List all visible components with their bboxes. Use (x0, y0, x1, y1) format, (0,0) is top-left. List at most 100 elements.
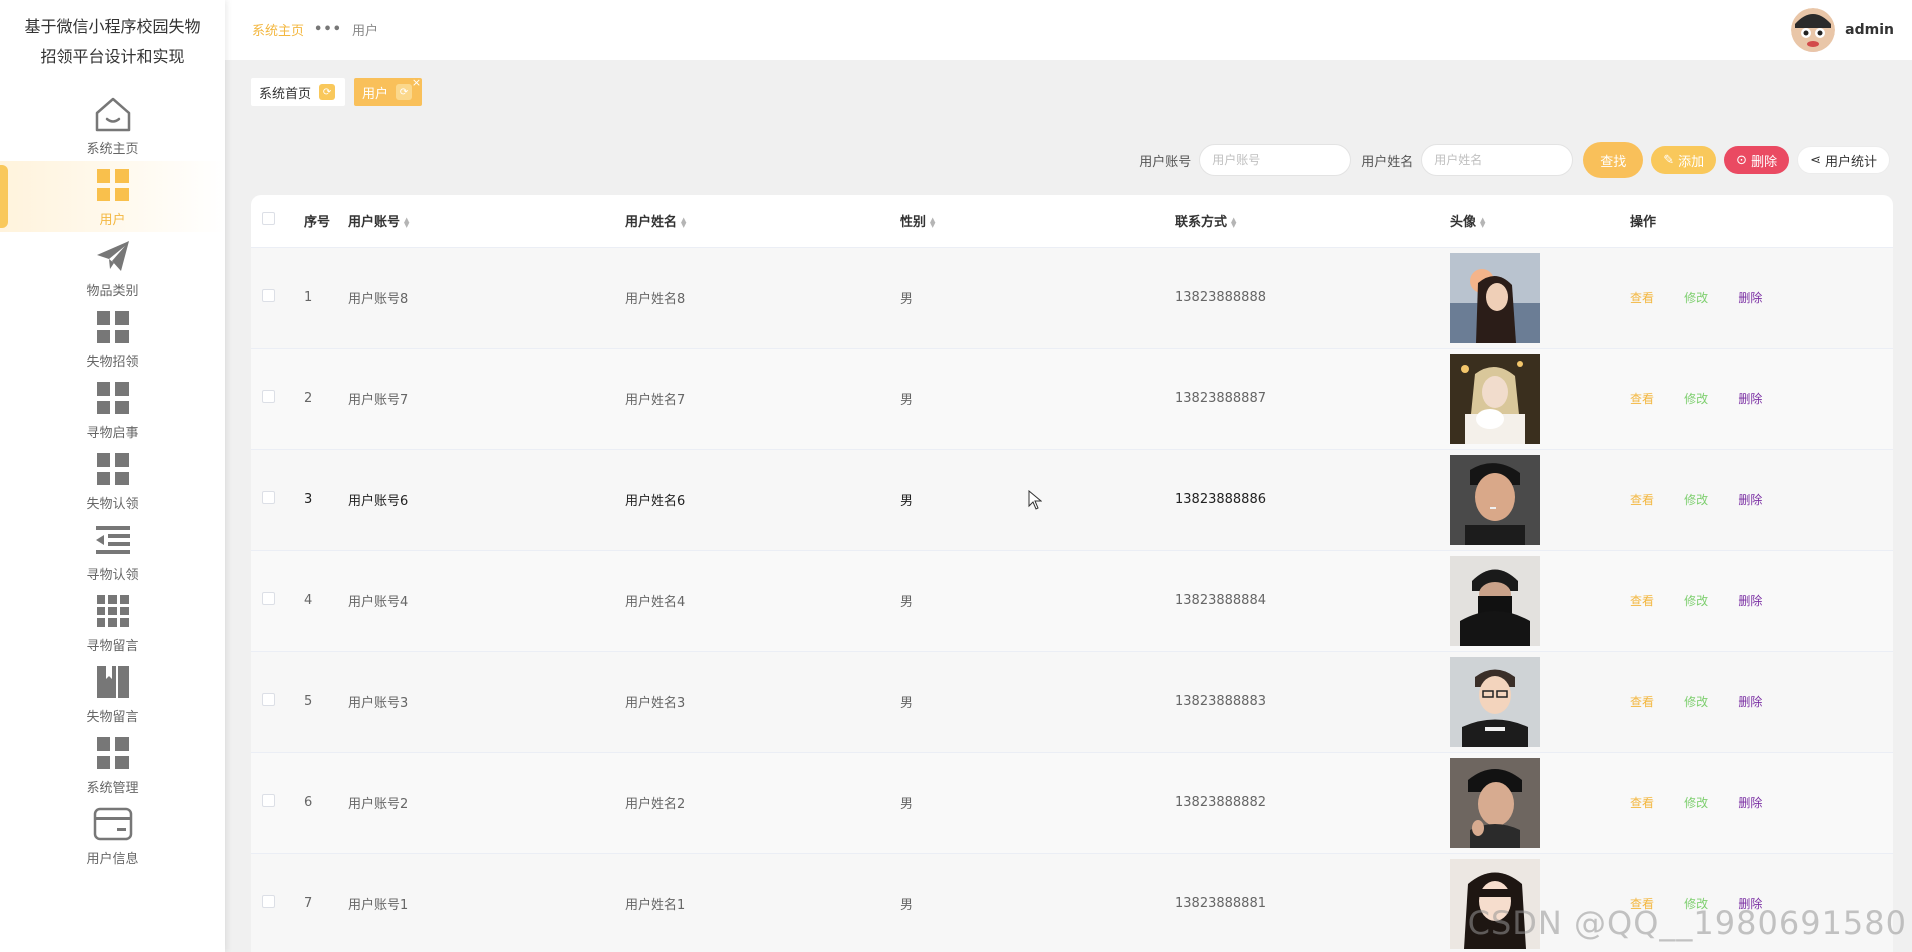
cell-gender: 男 (900, 595, 914, 610)
sidebar-item-category[interactable]: 物品类别 (0, 232, 225, 303)
sidebar-item-search-claim[interactable]: 寻物认领 (0, 516, 225, 587)
row-checkbox[interactable] (262, 895, 275, 909)
refresh-icon[interactable]: ⟳ (319, 84, 336, 100)
cell-actions: 查看 修改 删除 (1630, 348, 1893, 449)
sidebar: 基于微信小程序校园失物 招领平台设计和实现 系统主页 用户 物品类别 失物招领 … (0, 0, 225, 952)
user-table: 序号 用户账号 ▲ ▼ 用户姓名 ▲ ▼ 性别 ▲ ▼ 联系方式 ▲ ▼ 头像 ▲ ▼ 操作 1 用… (251, 195, 1893, 952)
edit-link[interactable]: 修改 (1684, 796, 1708, 810)
sidebar-item-label: 寻物认领 (86, 568, 139, 583)
col-avatar[interactable]: 头像 ▲ ▼ (1450, 195, 1630, 247)
cell-name: 用户姓名8 (625, 292, 686, 307)
view-link[interactable]: 查看 (1630, 796, 1654, 810)
paper-plane-icon (93, 236, 133, 276)
cell-phone: 13823888882 (1175, 795, 1266, 810)
delete-link[interactable]: 删除 (1738, 291, 1762, 305)
sidebar-item-label: 失物招领 (86, 355, 139, 370)
sidebar-item-user-info[interactable]: 用户信息 (0, 800, 225, 871)
cell-account: 用户账号7 (348, 393, 409, 408)
tag-home-label: 系统首页 (259, 86, 312, 102)
delete-link[interactable]: 删除 (1738, 493, 1762, 507)
delete-link[interactable]: 删除 (1738, 594, 1762, 608)
breadcrumb-current: 用户 (351, 24, 378, 39)
sidebar-item-home[interactable]: 系统主页 (0, 90, 225, 161)
name-search-input[interactable] (1421, 144, 1574, 176)
sort-icon[interactable]: ▲ ▼ (930, 216, 935, 228)
cell-phone: 13823888881 (1175, 896, 1266, 912)
cell-index: 1 (304, 290, 313, 305)
delete-button-label: 删除 (1751, 154, 1778, 170)
sidebar-item-label: 寻物留言 (86, 639, 139, 654)
username[interactable]: admin (1845, 22, 1894, 38)
delete-link[interactable]: 删除 (1738, 796, 1762, 810)
sort-icon[interactable]: ▲ ▼ (1480, 216, 1485, 228)
sort-icon[interactable]: ▲ ▼ (681, 216, 686, 228)
cell-gender: 男 (900, 797, 914, 812)
cell-avatar (1450, 550, 1630, 651)
row-checkbox[interactable] (262, 390, 275, 403)
add-button[interactable]: ✎ 添加 (1651, 146, 1717, 174)
user-stats-button[interactable]: ⋖ 用户统计 (1797, 146, 1890, 174)
cell-actions: 查看 修改 删除 (1630, 449, 1893, 550)
view-link[interactable]: 查看 (1630, 594, 1654, 608)
search-button[interactable]: 查找 (1583, 142, 1644, 178)
col-account-label: 用户账号 (348, 215, 401, 231)
row-checkbox[interactable] (262, 592, 275, 605)
table-row: 1 用户账号8 用户姓名8 男 13823888888 查看 修改 删除 (251, 247, 1893, 348)
edit-link[interactable]: 修改 (1684, 695, 1708, 709)
sort-icon[interactable]: ▲ ▼ (1231, 216, 1236, 228)
edit-link[interactable]: 修改 (1684, 291, 1708, 305)
sidebar-item-lost-message[interactable]: 失物留言 (0, 658, 225, 729)
col-phone[interactable]: 联系方式 ▲ ▼ (1175, 195, 1450, 247)
account-search-input[interactable] (1199, 144, 1352, 176)
tag-bar: 系统首页 ⟳ 用户 ⟳ × (251, 76, 423, 106)
row-checkbox[interactable] (262, 693, 275, 706)
cell-phone: 13823888886 (1175, 492, 1266, 507)
sidebar-item-lost-found[interactable]: 失物招领 (0, 303, 225, 374)
name-label: 用户姓名 (1361, 154, 1414, 170)
avatar-photo (1450, 454, 1540, 545)
tag-home[interactable]: 系统首页 ⟳ (251, 78, 346, 106)
sort-icon[interactable]: ▲ ▼ (404, 216, 409, 228)
view-link[interactable]: 查看 (1630, 291, 1654, 305)
sidebar-item-label: 物品类别 (86, 284, 139, 299)
cell-index: 7 (304, 896, 313, 912)
card-icon (93, 804, 133, 844)
cell-name: 用户姓名3 (625, 696, 686, 711)
user-menu[interactable]: admin (1791, 8, 1894, 52)
sidebar-item-lost-notice[interactable]: 寻物启事 (0, 374, 225, 445)
select-all-checkbox[interactable] (262, 212, 275, 226)
close-icon[interactable]: × (412, 76, 421, 89)
view-link[interactable]: 查看 (1630, 493, 1654, 507)
row-checkbox[interactable] (262, 794, 275, 807)
delete-button[interactable]: ⊙ 删除 (1724, 146, 1790, 174)
tag-user[interactable]: 用户 ⟳ × (354, 76, 423, 106)
sidebar-item-lost-claim[interactable]: 失物认领 (0, 445, 225, 516)
edit-link[interactable]: 修改 (1684, 594, 1708, 608)
tag-user-label: 用户 (362, 86, 389, 102)
col-account[interactable]: 用户账号 ▲ ▼ (348, 195, 625, 247)
sidebar-item-user[interactable]: 用户 (0, 161, 225, 232)
cell-name: 用户姓名6 (625, 494, 686, 509)
cell-actions: 查看 修改 删除 (1630, 550, 1893, 651)
cell-avatar (1450, 651, 1630, 752)
delete-link[interactable]: 删除 (1738, 392, 1762, 406)
sidebar-item-search-message[interactable]: 寻物留言 (0, 587, 225, 658)
sidebar-item-system[interactable]: 系统管理 (0, 729, 225, 800)
edit-link[interactable]: 修改 (1684, 392, 1708, 406)
avatar[interactable] (1791, 8, 1836, 52)
col-name[interactable]: 用户姓名 ▲ ▼ (625, 195, 900, 247)
view-link[interactable]: 查看 (1630, 695, 1654, 709)
breadcrumb-home-link[interactable]: 系统主页 (252, 20, 304, 39)
col-gender[interactable]: 性别 ▲ ▼ (900, 195, 1175, 247)
delete-link[interactable]: 删除 (1738, 695, 1762, 709)
view-link[interactable]: 查看 (1630, 392, 1654, 406)
cell-avatar (1450, 247, 1630, 348)
row-checkbox[interactable] (262, 289, 275, 302)
row-checkbox[interactable] (262, 491, 275, 504)
edit-link[interactable]: 修改 (1684, 493, 1708, 507)
cell-phone: 13823888883 (1175, 694, 1266, 709)
search-bar: 用户账号 用户姓名 查找 ✎ 添加 ⊙ 删除 ⋖ 用户统计 (1139, 142, 1890, 178)
sidebar-nav: 系统主页 用户 物品类别 失物招领 寻物启事 失物认领 寻物认领 寻物留言 失物… (0, 90, 225, 871)
grid-icon (93, 449, 133, 489)
refresh-icon[interactable]: ⟳ (396, 84, 413, 100)
